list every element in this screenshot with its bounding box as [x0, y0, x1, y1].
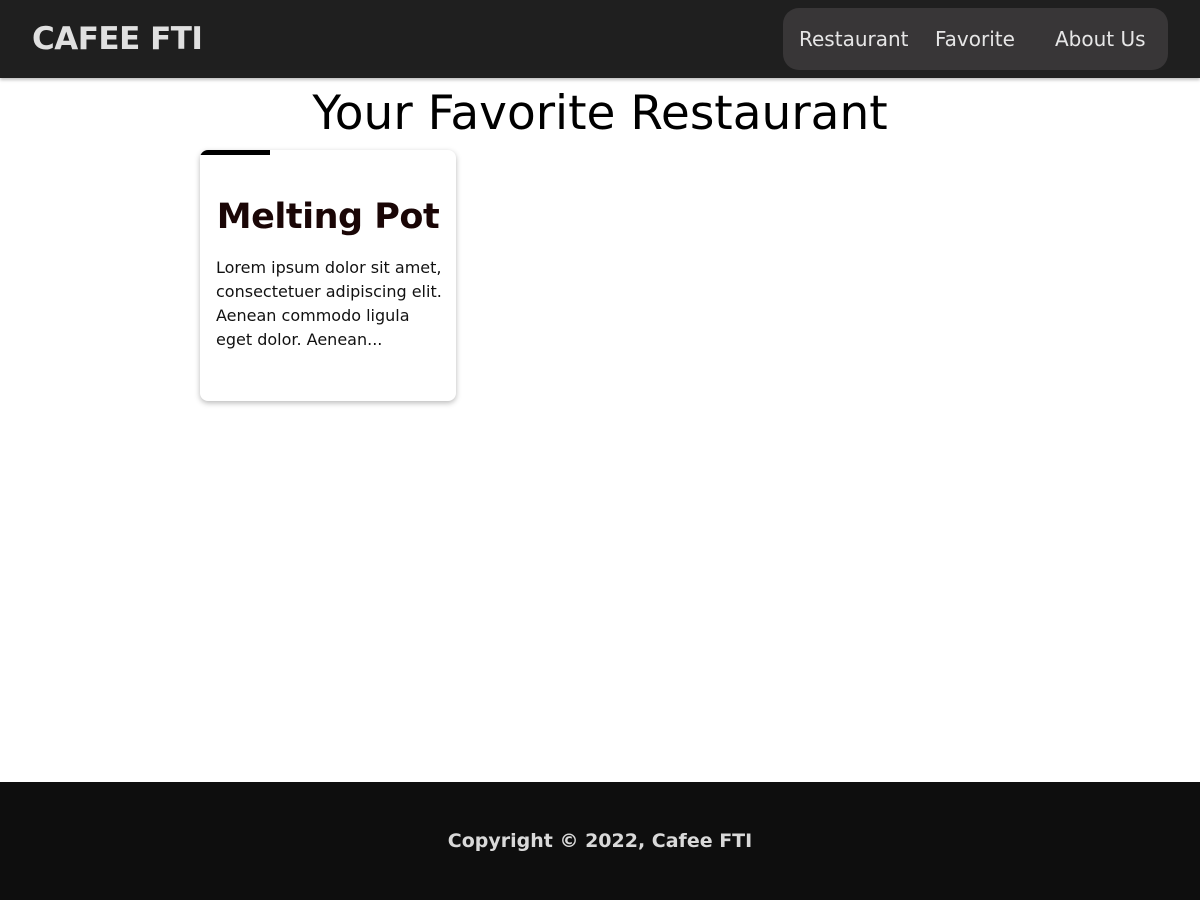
restaurant-name[interactable]: Melting Pot [200, 194, 456, 240]
page-title: Your Favorite Restaurant [312, 86, 888, 141]
copyright-text: Copyright © 2022, Cafee FTI [447, 830, 753, 852]
card-accent-bar [200, 150, 270, 155]
brand-logo[interactable]: CAFEE FTI [32, 20, 203, 58]
restaurant-description: Lorem ipsum dolor sit amet, consectetuer… [216, 258, 442, 349]
footer: Copyright © 2022, Cafee FTI [0, 782, 1200, 900]
nav-about-link[interactable]: About Us [1055, 26, 1146, 52]
page: CAFEE FTI Restaurant Favorite About Us Y… [0, 0, 1200, 900]
main-nav: Restaurant Favorite About Us [783, 8, 1168, 70]
nav-favorite-link[interactable]: Favorite [935, 26, 1015, 52]
nav-restaurant-link[interactable]: Restaurant [799, 26, 909, 52]
app-bar: CAFEE FTI Restaurant Favorite About Us [0, 0, 1200, 78]
restaurant-card[interactable]: Melting Pot Lorem ipsum dolor sit amet, … [200, 150, 456, 401]
